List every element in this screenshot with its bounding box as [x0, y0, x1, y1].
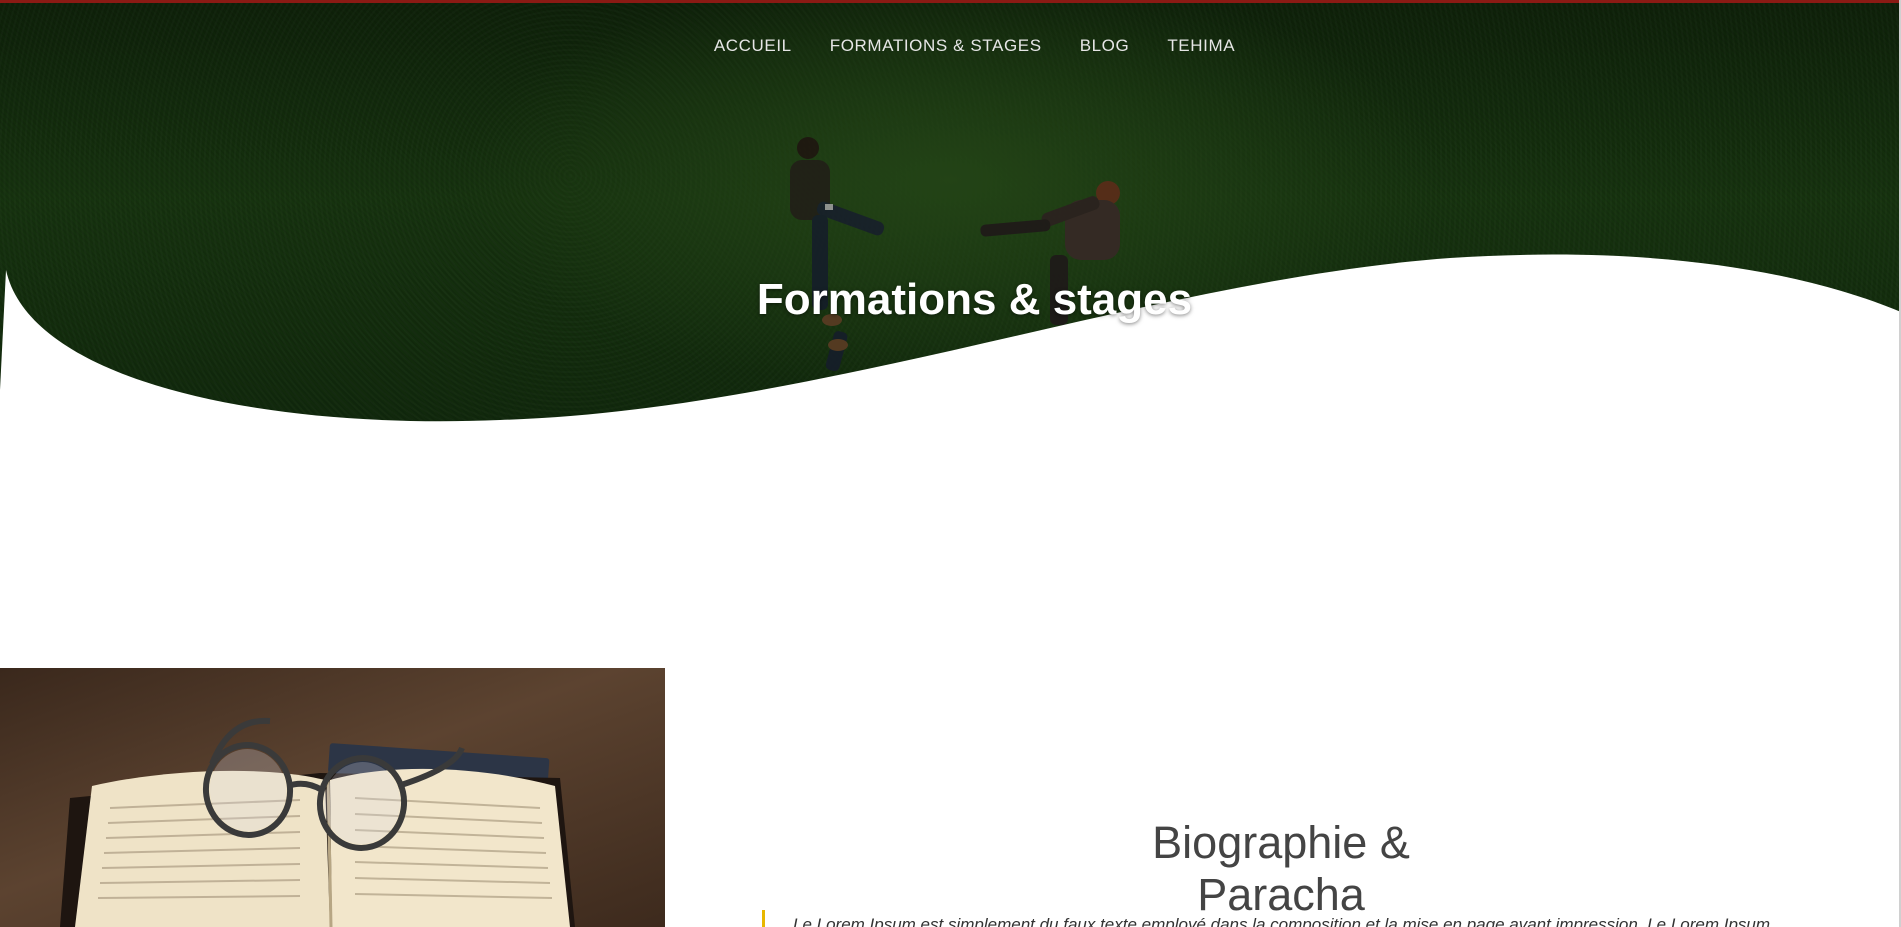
nav-item-formations-stages[interactable]: FORMATIONS & STAGES [830, 36, 1042, 56]
hero-banner: ACCUEIL FORMATIONS & STAGES BLOG TEHIMA … [0, 0, 1901, 440]
page-title: Formations & stages [756, 275, 1193, 325]
nav-item-accueil[interactable]: ACCUEIL [714, 36, 792, 56]
hero-wave-divider [0, 254, 1901, 440]
nav-item-blog[interactable]: BLOG [1080, 36, 1130, 56]
biography-quote: Le Lorem Ipsum est simplement du faux te… [762, 910, 1822, 927]
book-glasses-illustration [60, 717, 575, 927]
biography-quote-text: Le Lorem Ipsum est simplement du faux te… [793, 915, 1771, 927]
nav-item-tehima[interactable]: TEHIMA [1167, 36, 1235, 56]
biography-section-title: Biographie & Paracha [1152, 817, 1410, 920]
top-accent-line [0, 0, 1901, 3]
book-with-glasses-image [0, 668, 665, 927]
main-navigation: ACCUEIL FORMATIONS & STAGES BLOG TEHIMA [0, 36, 1901, 56]
